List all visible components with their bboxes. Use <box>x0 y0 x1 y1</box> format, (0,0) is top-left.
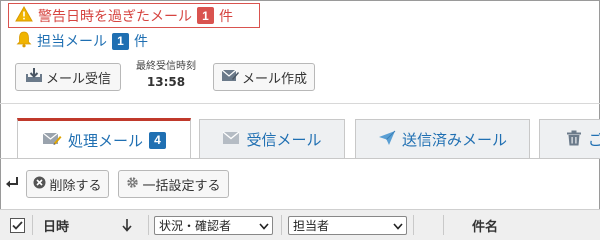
tab-baseline <box>0 158 600 159</box>
tab-trash[interactable]: ご <box>539 119 600 159</box>
bulk-settings-label: 一括設定する <box>142 178 221 194</box>
overdue-mail-alert[interactable]: 警告日時を過ぎたメール 1 件 <box>8 3 260 28</box>
tab-sent-mail-label: 送信済みメール <box>401 131 507 149</box>
tab-received-mail-label: 受信メール <box>246 131 322 149</box>
last-received-info: 最終受信時刻 13:58 <box>128 60 204 90</box>
overdue-alert-text: 警告日時を過ぎたメール <box>38 8 192 25</box>
subject-column-header[interactable]: 件名 <box>472 210 498 240</box>
delete-label: 削除する <box>49 178 102 194</box>
date-column-header[interactable]: 日時 <box>43 210 69 240</box>
delete-button[interactable]: 削除する <box>26 170 109 198</box>
mail-table-header: 日時 状況・確認者 担当者 件名 <box>0 209 600 240</box>
overdue-count-unit: 件 <box>219 8 233 25</box>
column-divider <box>148 215 149 235</box>
assignee-select[interactable]: 担当者 <box>288 216 407 235</box>
column-divider <box>443 215 444 235</box>
envelope-icon <box>222 130 240 149</box>
processing-mail-count-badge: 4 <box>149 131 166 149</box>
toolbar-divider <box>0 103 600 104</box>
tab-received-mail[interactable]: 受信メール <box>199 119 345 159</box>
remove-circle-icon <box>33 176 46 193</box>
sort-down-arrow-icon[interactable] <box>121 210 133 240</box>
assignee-value: 担当者 <box>293 219 330 233</box>
chevron-down-icon <box>393 219 403 233</box>
download-tray-icon <box>25 67 43 87</box>
last-received-time: 13:58 <box>146 75 186 89</box>
status-confirmer-select[interactable]: 状況・確認者 <box>154 216 273 235</box>
tab-sent-mail[interactable]: 送信済みメール <box>355 119 530 159</box>
column-divider <box>281 215 282 235</box>
gear-icon <box>126 176 139 193</box>
status-confirmer-value: 状況・確認者 <box>159 219 232 233</box>
last-received-label: 最終受信時刻 <box>136 61 196 72</box>
assigned-count-badge: 1 <box>112 32 129 50</box>
trash-icon <box>566 130 582 150</box>
processing-mail-icon <box>42 130 62 150</box>
select-all-checkbox[interactable] <box>10 210 25 240</box>
compose-mail-icon <box>221 67 239 87</box>
assigned-count-unit: 件 <box>134 34 148 50</box>
tab-processing-mail[interactable]: 処理メール 4 <box>17 118 191 159</box>
chevron-down-icon <box>259 219 269 233</box>
return-arrow-icon[interactable] <box>5 175 19 195</box>
tab-processing-mail-label: 処理メール <box>67 131 143 150</box>
receive-mail-button[interactable]: メール受信 <box>15 63 121 91</box>
assigned-mail-text: 担当メール <box>37 34 107 50</box>
overdue-count-badge: 1 <box>197 7 214 24</box>
column-divider <box>32 215 33 235</box>
compose-mail-label: メール作成 <box>241 71 307 87</box>
bulk-settings-button[interactable]: 一括設定する <box>118 170 229 198</box>
bell-icon <box>16 30 32 52</box>
assigned-mail-link[interactable]: 担当メール 1 件 <box>16 30 148 52</box>
warning-icon <box>15 5 33 26</box>
compose-mail-button[interactable]: メール作成 <box>213 63 315 91</box>
tab-trash-label: ご <box>588 129 600 150</box>
receive-mail-label: メール受信 <box>45 71 111 87</box>
paper-plane-icon <box>378 130 396 150</box>
column-divider <box>413 215 414 235</box>
